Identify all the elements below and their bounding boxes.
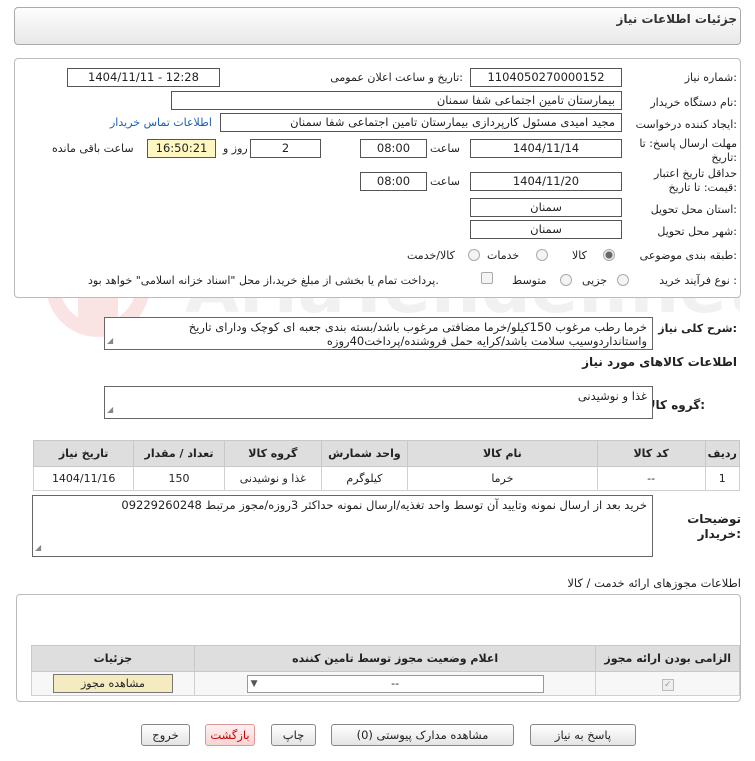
validity-time-label: ساعت [430,175,460,188]
back-button[interactable]: بازگشت [205,724,255,746]
col-goods-group: گروه کالا [223,440,322,467]
province-label: استان محل تحویل: [650,203,737,216]
col-permit-details: جزئیات [31,645,195,672]
validity-label-2: قیمت: تا تاریخ: [668,181,737,194]
goods-group-label: گروه کالا: [646,398,705,412]
permit-status-cell: -- ▼ [193,671,597,696]
buyer-notes-label-1: توضیحات [687,512,741,526]
cell-unit: کیلوگرم [320,466,409,491]
process-option-medium: متوسط [512,274,547,287]
permit-required-checkbox[interactable]: ✓ [661,678,674,691]
announce-field: 1404/11/11 - 12:28 [67,68,220,87]
goods-group-field: غذا و نوشیدنی ◢ [104,386,653,419]
col-quantity: تعداد / مقدار [133,440,225,467]
permit-required-cell: ✓ [595,671,740,696]
table-row: 1 -- خرما کیلوگرم غذا و نوشیدنی 150 1404… [32,466,741,491]
need-number-label: شماره نیاز: [684,71,737,84]
payment-text: پرداخت تمام یا بخشی از مبلغ خرید،از محل … [88,274,439,287]
process-radio-minor[interactable] [617,274,629,286]
buyer-notes-label-2: خریدار: [697,527,741,541]
permit-details-cell: مشاهده مجوز [31,671,195,696]
resize-grip-icon[interactable]: ◢ [107,403,113,417]
col-goods-name: نام کالا [407,440,598,467]
buyer-contact-link[interactable]: اطلاعات تماس خریدار [110,116,212,129]
validity-time-field: 08:00 [360,172,427,191]
exit-button[interactable]: خروج [141,724,190,746]
goods-group-value: غذا و نوشیدنی [577,389,647,403]
reply-button[interactable]: پاسخ به نیاز [530,724,636,746]
view-attachments-button[interactable]: مشاهده مدارک پیوستی (0) [331,724,514,746]
deadline-date-field: 1404/11/14 [470,139,622,158]
deadline-time-field: 08:00 [360,139,427,158]
view-permit-button[interactable]: مشاهده مجوز [52,674,173,693]
buyer-notes-text: خرید بعد از ارسال نمونه وتایید آن توسط و… [121,498,647,512]
deadline-label-1: مهلت ارسال پاسخ: تا [639,137,737,150]
days-label: روز و [223,142,248,155]
category-label: طبقه بندی موضوعی: [639,249,737,262]
remaining-time-label: ساعت باقی مانده [52,142,134,155]
cell-row-number: 1 [704,466,741,491]
permits-table: الزامی بودن ارائه مجوز اعلام وضعیت مجوز … [31,645,740,696]
category-radio-goods[interactable] [603,249,615,261]
deadline-label-2: تاریخ: [711,151,737,164]
announce-label: تاریخ و ساعت اعلان عمومی: [330,71,463,84]
page-title: جزئیات اطلاعات نیاز [616,12,737,26]
table-row: ✓ -- ▼ مشاهده مجوز [31,671,740,696]
cell-goods-group: غذا و نوشیدنی [223,466,322,491]
province-field: سمنان [470,198,622,217]
need-number-field: 1104050270000152 [470,68,622,87]
col-permit-status: اعلام وضعیت مجوز توسط تامین کننده [193,645,597,672]
buyer-field: بیمارستان تامین اجتماعی شفا سمنان [171,91,622,110]
days-remaining-field: 2 [250,139,321,158]
validity-date-field: 1404/11/20 [470,172,622,191]
cell-quantity: 150 [133,466,225,491]
permits-section-title: اطلاعات مجوزهای ارائه خدمت / کالا [567,576,741,590]
description-text: خرما رطب مرغوب 150کیلو/خرما مضافتی مرغوب… [188,320,647,348]
category-option-goods: کالا [572,249,587,262]
process-option-minor: جزیی [582,274,608,287]
cell-need-date: 1404/11/16 [32,466,135,491]
resize-grip-icon[interactable]: ◢ [35,541,41,555]
cell-goods-code: -- [596,466,706,491]
description-textarea: خرما رطب مرغوب 150کیلو/خرما مضافتی مرغوب… [104,317,653,350]
remaining-time-field: 16:50:21 [147,139,216,158]
permit-status-value: -- [391,676,400,690]
col-permit-required: الزامی بودن ارائه مجوز [595,645,740,672]
col-goods-code: کد کالا [596,440,706,467]
category-radio-services[interactable] [536,249,548,261]
city-label: شهر محل تحویل: [657,225,737,238]
process-radio-medium[interactable] [560,274,572,286]
print-button[interactable]: چاپ [271,724,316,746]
category-option-goods-services: کالا/خدمت [407,249,455,262]
col-unit: واحد شمارش [320,440,409,467]
description-label: شرح کلی نیاز: [658,322,737,335]
cell-goods-name: خرما [407,466,598,491]
goods-table-header: ردیف کد کالا نام کالا واحد شمارش گروه کا… [32,440,741,467]
city-field: سمنان [470,220,622,239]
category-radio-goods-services[interactable] [468,249,480,261]
goods-table: ردیف کد کالا نام کالا واحد شمارش گروه کا… [32,440,741,491]
category-option-services: خدمات [487,249,520,262]
creator-field: مجید امیدی مسئول کارپردازی بیمارستان تام… [220,113,622,132]
permit-status-select[interactable]: -- ▼ [246,674,544,693]
col-row-number: ردیف [704,440,741,467]
payment-checkbox[interactable] [481,272,493,284]
validity-label-1: حداقل تاریخ اعتبار [653,167,737,180]
chevron-down-icon: ▼ [250,678,258,689]
col-need-date: تاریخ نیاز [32,440,135,467]
buyer-label: نام دستگاه خریدار: [650,96,737,109]
buyer-notes-textarea: خرید بعد از ارسال نمونه وتایید آن توسط و… [32,495,653,557]
goods-section-title: اطلاعات کالاهای مورد نیاز [582,355,737,369]
deadline-time-label: ساعت [430,142,460,155]
resize-grip-icon[interactable]: ◢ [107,334,113,348]
creator-label: ایجاد کننده درخواست: [635,118,737,131]
process-label: نوع فرآیند خرید : [659,274,737,287]
permits-table-header: الزامی بودن ارائه مجوز اعلام وضعیت مجوز … [31,645,740,672]
